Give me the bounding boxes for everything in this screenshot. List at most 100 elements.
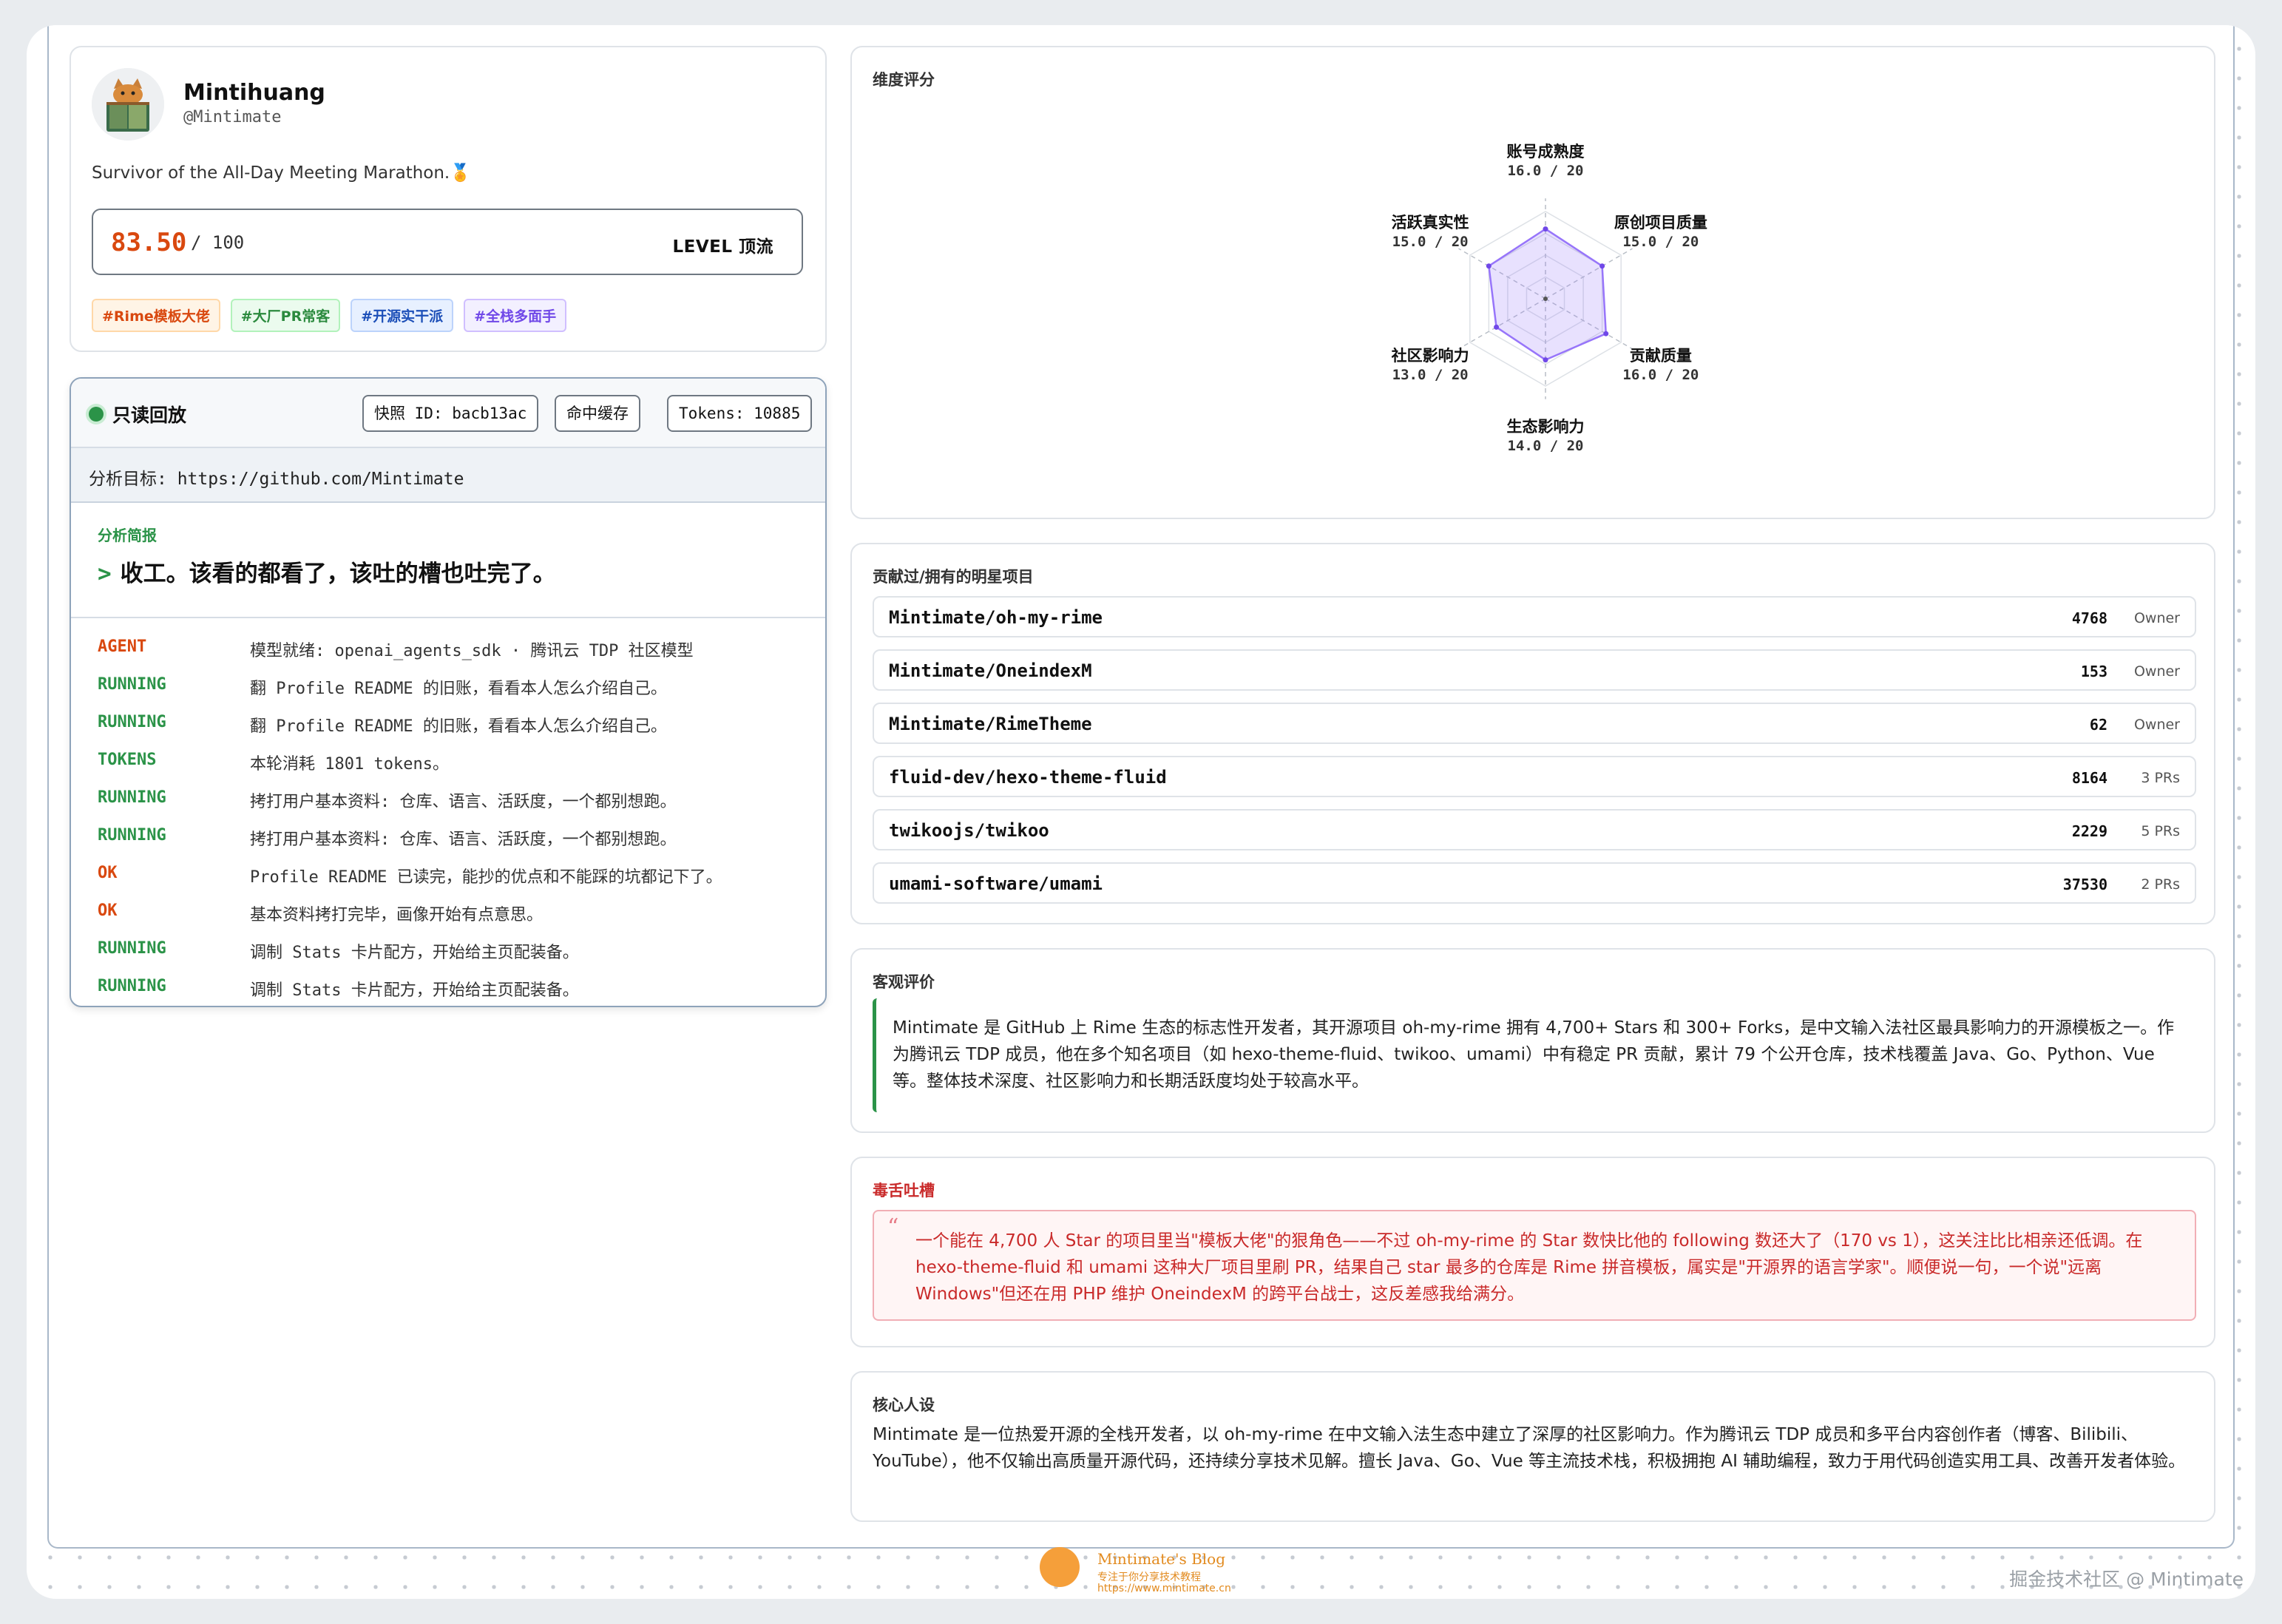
- roast-card: 毒舌吐槽 “ 一个能在 4,700 人 Star 的项目里当"模板大佬"的狠角色…: [850, 1157, 2215, 1347]
- tag-3[interactable]: #全栈多面手: [464, 299, 567, 332]
- log-row: OK 基本资料拷打完毕，画像开始有点意思。: [98, 901, 807, 939]
- review-quote: Mintimate 是 GitHub 上 Rime 生态的标志性开发者，其开源项…: [873, 998, 2196, 1112]
- radar-point: [1603, 331, 1609, 336]
- repo-row[interactable]: Mintimate/RimeTheme 62 Owner: [873, 703, 2196, 744]
- radar-label: 生态影响力 14.0 / 20: [1472, 417, 1619, 456]
- radar-dim-name: 活跃真实性: [1391, 214, 1469, 231]
- repo-name[interactable]: twikoojs/twikoo: [889, 820, 1049, 841]
- log-row: RUNNING 翻 Profile README 的旧账，看看本人怎么介绍自己。: [98, 675, 807, 713]
- repo-name[interactable]: Mintimate/oh-my-rime: [889, 607, 1103, 628]
- radar-point: [1494, 324, 1500, 330]
- radar-label: 贡献质量 16.0 / 20: [1587, 346, 1735, 385]
- brief-section: 分析简报 > 收工。该看的都看了，该吐的槽也吐完了。: [71, 503, 825, 618]
- radar-dim-name: 账号成熟度: [1506, 143, 1585, 160]
- log-level: RUNNING: [98, 713, 166, 731]
- tag-list: #Rime模板大佬 #大厂PR常客 #开源实干派 #全栈多面手: [92, 299, 567, 332]
- repos-card: 贡献过/拥有的明星项目 Mintimate/oh-my-rime 4768 Owne…: [850, 543, 2215, 924]
- repos-title: 贡献过/拥有的明星项目: [873, 568, 1034, 586]
- log-message: 本轮消耗 1801 tokens。: [250, 755, 449, 774]
- roast-title: 毒舌吐槽: [873, 1182, 935, 1200]
- repo-name[interactable]: umami-software/umami: [889, 873, 1103, 894]
- log-level: RUNNING: [98, 788, 166, 807]
- log-level: OK: [98, 901, 118, 920]
- repo-role: 5 PRs: [2141, 823, 2180, 839]
- log-message: 拷打用户基本资料: 仓库、语言、活跃度，一个都别想跑。: [250, 793, 677, 811]
- analysis-target[interactable]: 分析目标: https://github.com/Mintimate: [89, 464, 464, 490]
- tag-1[interactable]: #大厂PR常客: [230, 299, 341, 332]
- log-list[interactable]: AGENT 模型就绪: openai_agents_sdk · 腾讯云 TDP 社…: [98, 637, 807, 1006]
- log-message: Profile README 已读完，能抄的优点和不能踩的坑都记下了。: [250, 868, 722, 887]
- log-level: OK: [98, 864, 118, 882]
- radar-label: 活跃真实性 15.0 / 20: [1356, 213, 1504, 251]
- repo-stars: 62: [2089, 716, 2107, 734]
- score-max: / 100: [191, 232, 245, 253]
- log-message: 翻 Profile README 的旧账，看看本人怎么介绍自己。: [250, 680, 667, 698]
- avatar[interactable]: [92, 68, 164, 141]
- repo-row[interactable]: Mintimate/oh-my-rime 4768 Owner: [873, 596, 2196, 637]
- radar-label: 社区影响力 13.0 / 20: [1356, 346, 1504, 385]
- log-message: 调制 Stats 卡片配方，开始给主页配装备。: [250, 981, 579, 1000]
- blog-url[interactable]: https://www.mintimate.cn: [1097, 1583, 1231, 1594]
- log-level: AGENT: [98, 637, 147, 656]
- review-text: Mintimate 是 GitHub 上 Rime 生态的标志性开发者，其开源项…: [893, 1018, 2175, 1091]
- brief-label: 分析简报: [98, 527, 157, 544]
- cache-chip[interactable]: 命中缓存: [555, 395, 640, 432]
- log-row: AGENT 模型就绪: openai_agents_sdk · 腾讯云 TDP 社…: [98, 637, 807, 675]
- log-message: 调制 Stats 卡片配方，开始给主页配装备。: [250, 944, 579, 962]
- blog-subtitle: 专注于你分享技术教程: [1097, 1571, 1201, 1583]
- radar-point: [1543, 357, 1548, 363]
- radar-label: 账号成熟度 16.0 / 20: [1472, 142, 1619, 180]
- log-message: 翻 Profile README 的旧账，看看本人怎么介绍自己。: [250, 717, 667, 736]
- repo-stars: 153: [2080, 663, 2107, 680]
- review-title: 客观评价: [873, 973, 935, 991]
- persona-text: Mintimate 是一位热爱开源的全栈开发者，以 oh-my-rime 在中文…: [873, 1425, 2186, 1471]
- radar-point: [1543, 226, 1548, 232]
- brief-text: > 收工。该看的都看了，该吐的槽也吐完了。: [98, 555, 556, 588]
- status-dot-icon: [89, 407, 104, 422]
- radar-dim-score: 13.0 / 20: [1392, 367, 1469, 383]
- log-level: TOKENS: [98, 751, 157, 769]
- score-value: 83.50: [111, 228, 187, 257]
- log-message: 拷打用户基本资料: 仓库、语言、活跃度，一个都别想跑。: [250, 830, 677, 849]
- log-level: RUNNING: [98, 939, 166, 958]
- log-level: RUNNING: [98, 977, 166, 995]
- log-message: 模型就绪: openai_agents_sdk · 腾讯云 TDP 社区模型: [250, 642, 694, 660]
- radar-dim-name: 贡献质量: [1629, 347, 1692, 365]
- repo-role: Owner: [2133, 663, 2180, 680]
- radar-dim-name: 社区影响力: [1391, 347, 1469, 365]
- repo-role: 2 PRs: [2141, 876, 2180, 893]
- tag-2[interactable]: #开源实干派: [351, 299, 454, 332]
- readonly-label: 只读回放: [112, 405, 187, 426]
- repo-row[interactable]: umami-software/umami 37530 2 PRs: [873, 862, 2196, 904]
- watermark: 掘金技术社区 @ Mintimate: [2009, 1569, 2244, 1590]
- log-header: 只读回放 快照 ID: bacb13ac 命中缓存 Tokens: 10885: [71, 379, 825, 448]
- repo-stars: 2229: [2071, 822, 2107, 840]
- repo-row[interactable]: Mintimate/OneindexM 153 Owner: [873, 649, 2196, 691]
- log-level: RUNNING: [98, 826, 166, 845]
- user-handle[interactable]: @Mintimate: [183, 108, 281, 126]
- blog-name: Mintimate's Blog: [1097, 1550, 1226, 1568]
- log-message: 基本资料拷打完毕，画像开始有点意思。: [250, 906, 544, 924]
- log-row: RUNNING 调制 Stats 卡片配方，开始给主页配装备。: [98, 939, 807, 977]
- avatar-cat-icon: [92, 68, 164, 141]
- brief-message: 收工。该看的都看了，该吐的槽也吐完了。: [120, 561, 556, 587]
- radar-label: 原创项目质量 15.0 / 20: [1587, 213, 1735, 251]
- radar-point: [1486, 263, 1492, 269]
- repo-name[interactable]: Mintimate/RimeTheme: [889, 714, 1092, 734]
- repo-row[interactable]: twikoojs/twikoo 2229 5 PRs: [873, 809, 2196, 850]
- tag-0[interactable]: #Rime模板大佬: [92, 299, 220, 332]
- persona-card: 核心人设 Mintimate 是一位热爱开源的全栈开发者，以 oh-my-rim…: [850, 1371, 2215, 1522]
- snapshot-chip[interactable]: 快照 ID: bacb13ac: [362, 395, 539, 432]
- radar-card: 维度评分 账号成熟度 16.0 / 20 原创项目质量 15.0 / 20 贡献质量 16…: [850, 46, 2215, 519]
- radar-dim-score: 15.0 / 20: [1622, 234, 1699, 250]
- repo-row[interactable]: fluid-dev/hexo-theme-fluid 8164 3 PRs: [873, 756, 2196, 797]
- profile-card: Mintihuang @Mintimate Survivor of the Al…: [70, 46, 827, 352]
- content-panel: Mintihuang @Mintimate Survivor of the Al…: [47, 25, 2235, 1549]
- roast-quote: “ 一个能在 4,700 人 Star 的项目里当"模板大佬"的狠角色——不过 …: [873, 1210, 2196, 1321]
- tokens-chip[interactable]: Tokens: 10885: [667, 395, 813, 432]
- repo-name[interactable]: fluid-dev/hexo-theme-fluid: [889, 767, 1167, 788]
- radar-center: [1543, 297, 1548, 301]
- repo-name[interactable]: Mintimate/OneindexM: [889, 660, 1092, 681]
- log-level: RUNNING: [98, 675, 166, 694]
- log-row: RUNNING 拷打用户基本资料: 仓库、语言、活跃度，一个都别想跑。: [98, 788, 807, 826]
